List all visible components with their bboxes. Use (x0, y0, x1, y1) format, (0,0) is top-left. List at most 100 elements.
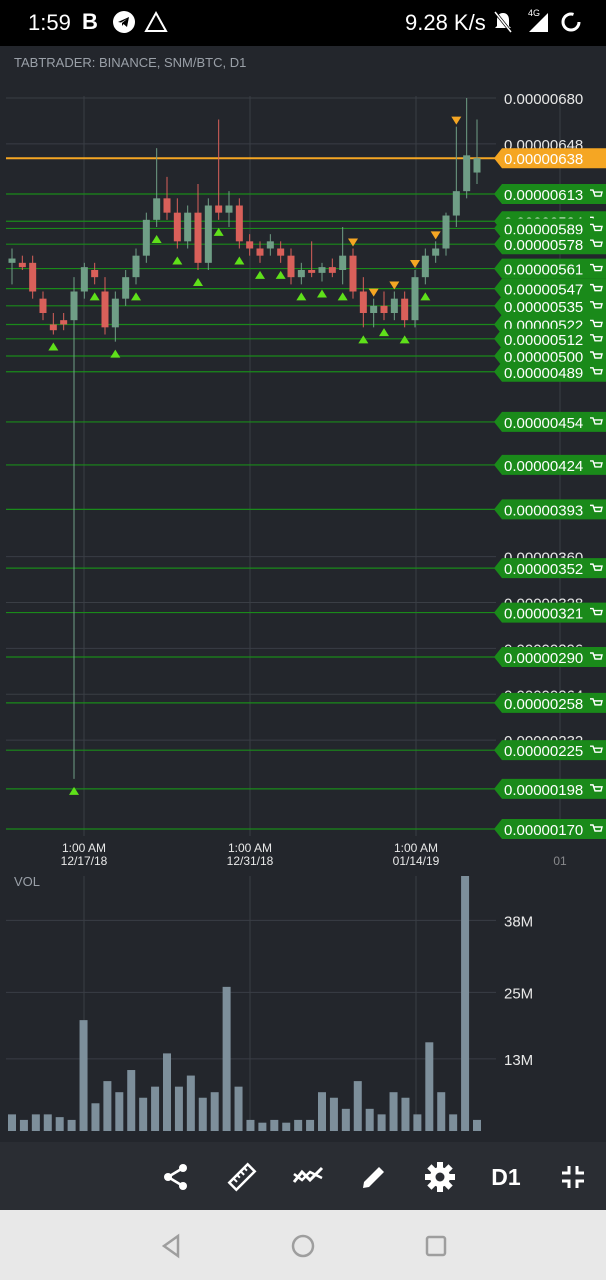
buy-order-tag[interactable]: 0.00000393 (494, 499, 606, 520)
ruler-icon (227, 1162, 257, 1192)
buy-order-tag[interactable]: 0.00000561 (494, 258, 606, 279)
volume-bar (198, 1097, 207, 1131)
system-nav-bar (0, 1210, 606, 1280)
candle-body (401, 298, 409, 321)
time-axis-date: 12/31/18 (227, 854, 274, 868)
timeframe-button[interactable]: D1 (486, 1160, 526, 1194)
volume-bar (377, 1114, 386, 1131)
candle-body (80, 267, 88, 292)
buy-order-tag[interactable]: 0.00000424 (494, 454, 606, 475)
candle-body (308, 270, 316, 273)
buy-order-tag[interactable]: 0.00000198 (494, 778, 606, 799)
volume-bar (461, 876, 470, 1131)
buy-order-price: 0.00000424 (504, 458, 583, 475)
vol-axis-label: 25M (504, 985, 533, 1002)
home-button[interactable] (287, 1230, 319, 1262)
warning-triangle-icon (144, 10, 168, 39)
battery-charging-icon (560, 10, 582, 39)
vol-axis-label: 13M (504, 1052, 533, 1069)
home-icon (291, 1234, 315, 1258)
vol-axis-label: 38M (504, 913, 533, 930)
candle-body (142, 219, 150, 256)
candle-body (411, 277, 419, 321)
settings-button[interactable] (423, 1160, 457, 1194)
candle-body (266, 241, 274, 249)
candle-body (287, 255, 295, 278)
draw-button[interactable] (357, 1160, 391, 1194)
candle-body (277, 248, 285, 256)
recents-icon (425, 1235, 447, 1257)
chart-area[interactable]: TABTRADER: BINANCE, SNM/BTC, D1 0.000006… (0, 46, 606, 1142)
chart-title: TABTRADER: BINANCE, SNM/BTC, D1 (14, 55, 246, 70)
candle-body (359, 291, 367, 313)
status-time: 1:59 (28, 10, 71, 35)
buy-marker (420, 292, 431, 301)
buy-marker (69, 786, 79, 795)
fullscreen-exit-button[interactable] (556, 1160, 590, 1194)
buy-marker (296, 292, 307, 301)
buy-order-price: 0.00000258 (504, 696, 583, 713)
buy-order-tag[interactable]: 0.00000489 (494, 361, 606, 382)
sell-marker (451, 116, 462, 125)
volume-bar (318, 1092, 326, 1131)
recents-button[interactable] (420, 1230, 452, 1262)
candle-body (153, 198, 161, 220)
volume-bar (258, 1122, 267, 1131)
buy-order-tag[interactable]: 0.00000512 (494, 328, 606, 349)
buy-marker (48, 342, 59, 351)
indicators-button[interactable] (291, 1160, 325, 1194)
buy-order-price: 0.00000290 (504, 650, 583, 667)
buy-order-tag[interactable]: 0.00000225 (494, 740, 606, 761)
net-speed: 9.28 K/s (405, 10, 486, 35)
volume-bar (91, 1103, 100, 1131)
telegram-icon (112, 10, 136, 39)
candle-body (204, 205, 212, 263)
buy-order-tag[interactable]: 0.00000535 (494, 295, 606, 316)
buy-marker (379, 328, 389, 337)
volume-bar (103, 1081, 112, 1131)
buy-marker (275, 270, 286, 279)
volume-bar (449, 1114, 458, 1131)
buy-order-price: 0.00000321 (504, 606, 583, 623)
buy-marker (110, 349, 121, 358)
time-axis-time: 1:00 AM (228, 841, 272, 855)
buy-order-tag[interactable]: 0.00000290 (494, 647, 606, 667)
volume-bar (186, 1075, 195, 1131)
buy-order-tag[interactable]: 0.00000352 (494, 558, 606, 579)
buy-order-tag[interactable]: 0.00000613 (494, 184, 606, 205)
bottom-toolbar: D1 (0, 1142, 606, 1210)
candle-body (246, 241, 254, 249)
sell-marker (368, 288, 379, 297)
share-button[interactable] (159, 1160, 193, 1194)
price-chart[interactable]: TABTRADER: BINANCE, SNM/BTC, D1 0.000006… (0, 46, 606, 1142)
volume-bar (222, 986, 231, 1131)
buy-order-price: 0.00000198 (504, 782, 583, 799)
ruler-button[interactable] (225, 1160, 259, 1194)
candle-body (452, 191, 460, 216)
volume-bar (473, 1119, 481, 1131)
candle-body (421, 255, 429, 278)
buy-order-tag[interactable]: 0.00000321 (494, 602, 606, 623)
volume-bar (8, 1114, 16, 1131)
volume-bar (151, 1086, 160, 1131)
buy-order-tag[interactable]: 0.00000258 (494, 692, 606, 713)
volume-bar (139, 1097, 148, 1131)
candle-body (111, 298, 119, 328)
candle-body (256, 248, 264, 256)
buy-order-tag[interactable]: 0.00000170 (494, 819, 606, 839)
volume-bar (437, 1092, 446, 1131)
candle-body (215, 205, 223, 213)
buy-order-tag[interactable]: 0.00000547 (494, 278, 606, 299)
volume-bar (67, 1119, 76, 1131)
candle-body (328, 267, 336, 273)
candle-body (163, 198, 171, 213)
buy-order-tag[interactable]: 0.00000454 (494, 411, 606, 432)
candle-body (339, 255, 347, 270)
buy-marker (193, 278, 203, 286)
candle-body (463, 155, 471, 192)
buy-order-tag[interactable]: 0.00000578 (494, 234, 606, 255)
current-price-tag: 0.00000638 (494, 148, 606, 169)
candle-body (132, 255, 140, 278)
volume-bar (306, 1119, 315, 1131)
back-button[interactable] (156, 1230, 188, 1262)
